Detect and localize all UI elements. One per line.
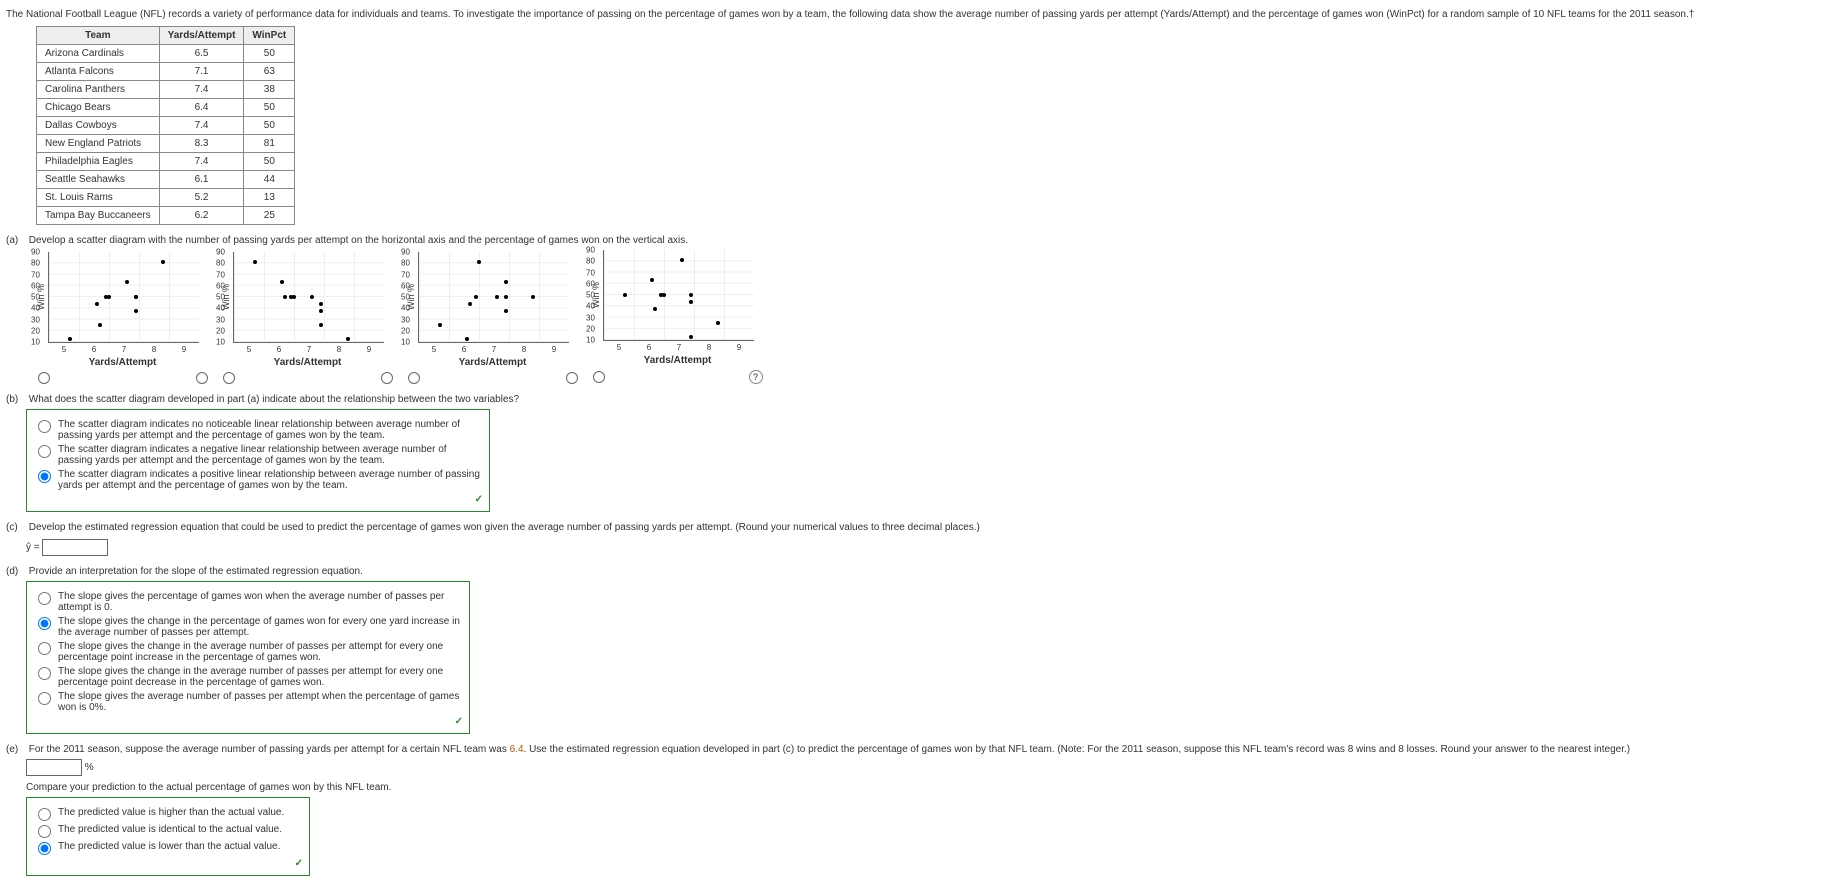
table-header: Yards/Attempt — [159, 27, 244, 45]
part-b-label: (b) — [6, 394, 26, 405]
option-radio[interactable] — [38, 667, 51, 680]
option-text: The scatter diagram indicates a negative… — [58, 444, 483, 466]
chart-radio[interactable] — [593, 371, 605, 383]
table-row: Dallas Cowboys7.450 — [37, 117, 295, 135]
chart-radio[interactable] — [223, 372, 235, 384]
chart-radio[interactable] — [381, 372, 393, 384]
scatter-plot: 10203040506070809056789 — [603, 250, 754, 341]
checkmark-icon: ✓ — [33, 858, 303, 869]
table-row: Seattle Seahawks6.144 — [37, 171, 295, 189]
option-text: The predicted value is lower than the ac… — [58, 841, 280, 852]
part-e-text1: For the 2011 season, suppose the average… — [29, 744, 510, 755]
chart-radio[interactable] — [196, 372, 208, 384]
table-row: Chicago Bears6.450 — [37, 99, 295, 117]
option-radio[interactable] — [38, 825, 51, 838]
part-b-answer-box: The scatter diagram indicates no noticea… — [26, 409, 490, 512]
part-e-answer-box: The predicted value is higher than the a… — [26, 797, 310, 876]
help-icon[interactable]: ? — [749, 370, 763, 384]
table-row: Carolina Panthers7.438 — [37, 81, 295, 99]
x-axis-label: Yards/Attempt — [644, 355, 712, 366]
option-radio[interactable] — [38, 808, 51, 821]
intro-text: The National Football League (NFL) recor… — [6, 9, 1831, 20]
x-axis-label: Yards/Attempt — [89, 357, 157, 368]
table-row: Arizona Cardinals6.550 — [37, 45, 295, 63]
option-text: The slope gives the average number of pa… — [58, 691, 463, 713]
chart-radio[interactable] — [38, 372, 50, 384]
table-header: Team — [37, 27, 160, 45]
table-header: WinPct — [244, 27, 295, 45]
option-text: The slope gives the change in the percen… — [58, 616, 463, 638]
checkmark-icon: ✓ — [33, 494, 483, 505]
table-row: New England Patriots8.381 — [37, 135, 295, 153]
option-radio[interactable] — [38, 642, 51, 655]
part-e-text2: . Use the estimated regression equation … — [524, 744, 1631, 755]
option-text: The slope gives the percentage of games … — [58, 591, 463, 613]
checkmark-icon: ✓ — [33, 716, 463, 727]
pct-label: % — [85, 762, 94, 773]
part-a-text: Develop a scatter diagram with the numbe… — [29, 235, 688, 246]
compare-text: Compare your prediction to the actual pe… — [26, 782, 391, 793]
table-row: Philadelphia Eagles7.450 — [37, 153, 295, 171]
part-d-answer-box: The slope gives the percentage of games … — [26, 581, 470, 734]
scatter-plot: 10203040506070809056789 — [48, 252, 199, 343]
table-row: St. Louis Rams5.213 — [37, 189, 295, 207]
option-radio[interactable] — [38, 617, 51, 630]
chart-radio[interactable] — [566, 372, 578, 384]
part-d-text: Provide an interpretation for the slope … — [29, 566, 363, 577]
data-table: TeamYards/AttemptWinPct Arizona Cardinal… — [36, 26, 295, 225]
part-c-label: (c) — [6, 522, 26, 533]
part-d-label: (d) — [6, 566, 26, 577]
predicted-pct-input[interactable] — [26, 759, 82, 776]
part-e-label: (e) — [6, 744, 26, 755]
scatter-plot: 10203040506070809056789 — [418, 252, 569, 343]
table-row: Atlanta Falcons7.163 — [37, 63, 295, 81]
option-radio[interactable] — [38, 445, 51, 458]
option-radio[interactable] — [38, 842, 51, 855]
part-c-text: Develop the estimated regression equatio… — [29, 522, 980, 533]
option-radio[interactable] — [38, 470, 51, 483]
option-radio[interactable] — [38, 592, 51, 605]
option-text: The slope gives the change in the averag… — [58, 641, 463, 663]
option-text: The slope gives the change in the averag… — [58, 666, 463, 688]
scatter-plot: 10203040506070809056789 — [233, 252, 384, 343]
option-text: The predicted value is identical to the … — [58, 824, 282, 835]
table-row: Tampa Bay Buccaneers6.225 — [37, 207, 295, 225]
part-e-value: 6.4 — [510, 744, 524, 755]
x-axis-label: Yards/Attempt — [274, 357, 342, 368]
option-text: The predicted value is higher than the a… — [58, 807, 284, 818]
regression-equation-input[interactable] — [42, 539, 108, 556]
x-axis-label: Yards/Attempt — [459, 357, 527, 368]
chart-radio[interactable] — [408, 372, 420, 384]
option-text: The scatter diagram indicates no noticea… — [58, 419, 483, 441]
yhat-label: ŷ = — [26, 542, 40, 553]
part-b-text: What does the scatter diagram developed … — [29, 394, 519, 405]
option-text: The scatter diagram indicates a positive… — [58, 469, 483, 491]
option-radio[interactable] — [38, 420, 51, 433]
part-a-label: (a) — [6, 235, 26, 246]
option-radio[interactable] — [38, 692, 51, 705]
